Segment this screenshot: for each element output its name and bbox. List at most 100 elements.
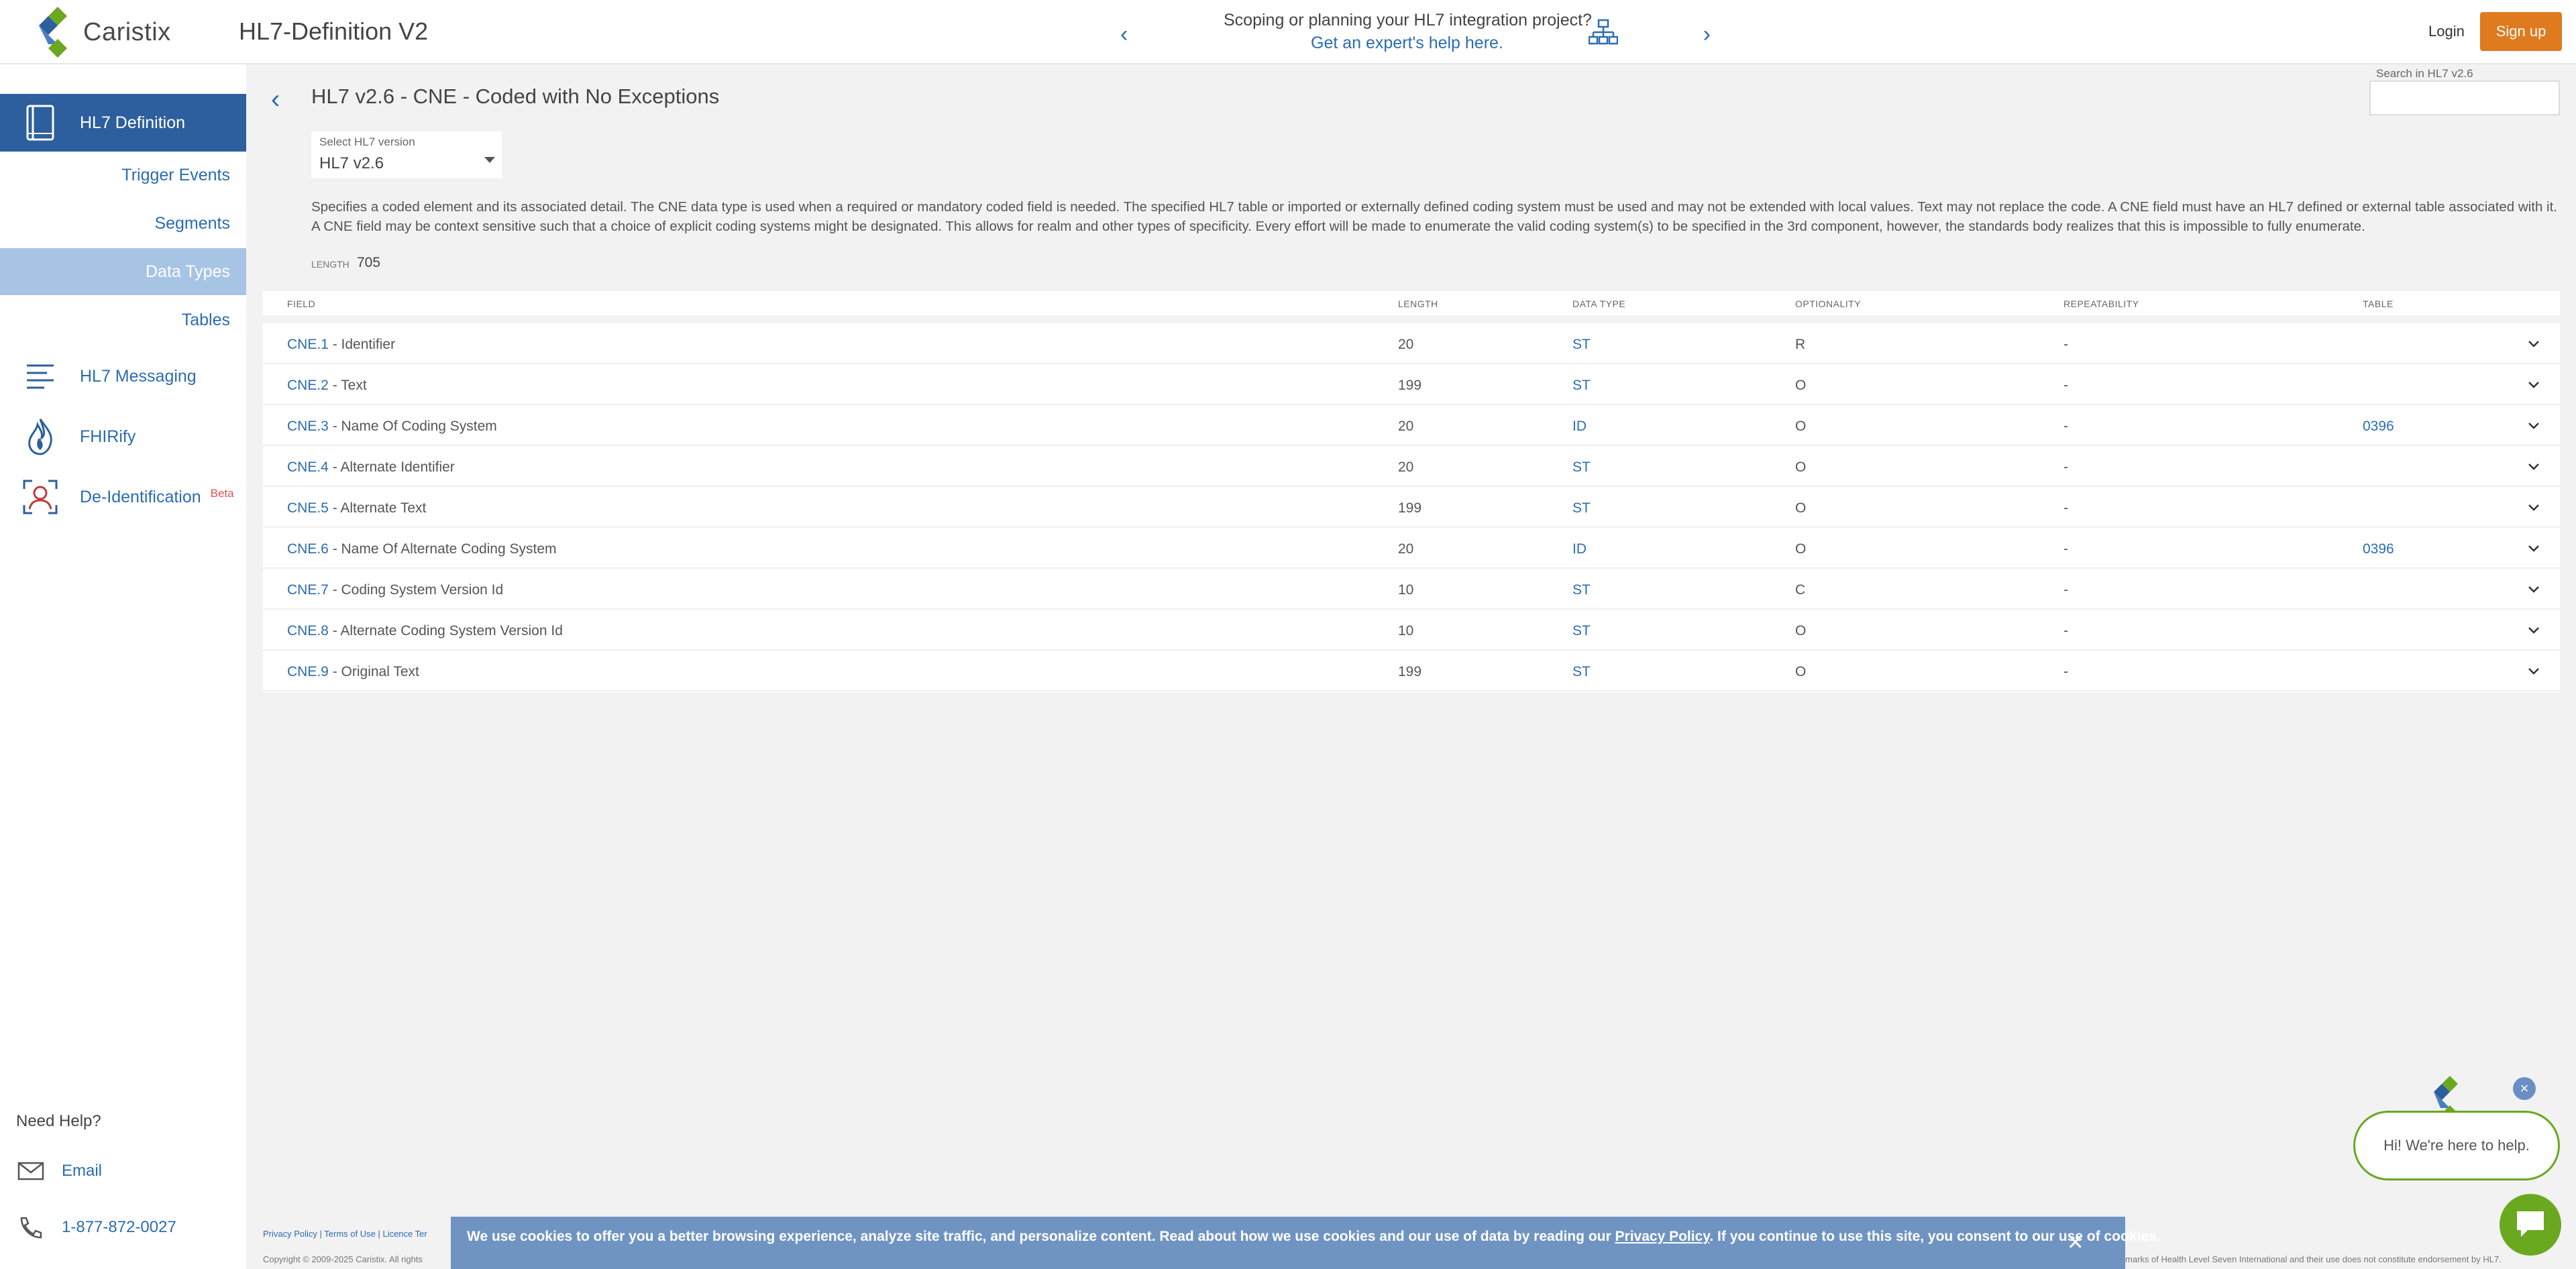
- data-type-link[interactable]: ST: [1572, 664, 1591, 680]
- signup-button[interactable]: Sign up: [2480, 12, 2562, 51]
- flame-icon: [21, 418, 59, 455]
- copyright: Copyright © 2009-2025 Caristix. All righ…: [263, 1254, 423, 1264]
- table-row[interactable]: CNE.4 - Alternate Identifier 20 ST O -: [263, 446, 2560, 487]
- table-row[interactable]: CNE.9 - Original Text 199 ST O -: [263, 651, 2560, 692]
- chevron-down-icon[interactable]: [2524, 334, 2544, 354]
- sidebar-item-de-identification[interactable]: De-Identification Beta: [0, 468, 246, 526]
- version-select[interactable]: Select HL7 version HL7 v2.6: [311, 131, 502, 178]
- beta-badge: Beta: [210, 486, 234, 500]
- data-type-link[interactable]: ST: [1572, 337, 1591, 353]
- book-icon: [21, 104, 59, 142]
- privacy-policy-link[interactable]: Privacy Policy: [1615, 1229, 1710, 1244]
- field-name: - Alternate Identifier: [328, 459, 455, 475]
- sidebar: HL7 Definition Trigger Events Segments D…: [0, 64, 246, 1269]
- promo-next-icon[interactable]: ›: [1703, 21, 1711, 48]
- data-type-link[interactable]: ST: [1572, 623, 1591, 639]
- optionality-cell: O: [1795, 541, 1807, 557]
- field-code-link[interactable]: CNE.4: [287, 459, 329, 475]
- table-link[interactable]: 0396: [2363, 419, 2394, 435]
- table-row[interactable]: CNE.5 - Alternate Text 199 ST O -: [263, 487, 2560, 528]
- promo-prev-icon[interactable]: ‹: [1120, 21, 1128, 48]
- chat-bubble-icon: [2517, 1211, 2544, 1237]
- cookie-text-before: We use cookies to offer you a better bro…: [467, 1229, 1615, 1244]
- field-name: - Name Of Coding System: [328, 419, 497, 434]
- length-cell: 199: [1398, 500, 1422, 516]
- chevron-down-icon[interactable]: [2524, 457, 2544, 477]
- table-link[interactable]: 0396: [2363, 541, 2394, 557]
- field-name: - Identifier: [328, 337, 396, 352]
- optionality-cell: C: [1795, 582, 1806, 598]
- field-name: - Alternate Text: [328, 500, 427, 516]
- logo-text: Caristix: [83, 17, 171, 46]
- sidebar-item-hl7-definition[interactable]: HL7 Definition: [0, 94, 246, 152]
- optionality-cell: O: [1795, 378, 1807, 393]
- table-row[interactable]: CNE.2 - Text 199 ST O -: [263, 364, 2560, 405]
- caristix-logo[interactable]: Caristix: [38, 7, 171, 58]
- de-identification-label: De-Identification: [80, 487, 201, 506]
- data-type-link[interactable]: ID: [1572, 419, 1587, 435]
- optionality-cell: O: [1795, 664, 1807, 679]
- table-row[interactable]: CNE.3 - Name Of Coding System 20 ID O - …: [263, 405, 2560, 446]
- chevron-down-icon[interactable]: [2524, 620, 2544, 641]
- sidebar-item-tables[interactable]: Tables: [0, 296, 246, 343]
- optionality-cell: O: [1795, 419, 1807, 434]
- field-code-link[interactable]: CNE.7: [287, 582, 329, 598]
- chevron-down-icon[interactable]: [2524, 375, 2544, 395]
- data-type-link[interactable]: ST: [1572, 459, 1591, 476]
- length-cell: 10: [1398, 623, 1414, 639]
- length-cell: 20: [1398, 541, 1414, 557]
- field-code-link[interactable]: CNE.9: [287, 664, 329, 679]
- field-cell: CNE.4 - Alternate Identifier: [287, 459, 455, 476]
- chevron-down-icon[interactable]: [2524, 416, 2544, 436]
- sidebar-item-hl7-messaging[interactable]: HL7 Messaging: [0, 347, 246, 405]
- field-cell: CNE.8 - Alternate Coding System Version …: [287, 623, 563, 639]
- sidebar-item-trigger-events[interactable]: Trigger Events: [0, 152, 246, 199]
- close-icon[interactable]: ×: [2068, 1229, 2083, 1256]
- field-code-link[interactable]: CNE.2: [287, 378, 329, 393]
- face-scan-icon: [21, 478, 59, 516]
- field-code-link[interactable]: CNE.1: [287, 337, 329, 352]
- email-link[interactable]: Email: [16, 1158, 102, 1184]
- login-link[interactable]: Login: [2428, 23, 2465, 40]
- chevron-down-icon[interactable]: [2524, 498, 2544, 518]
- data-type-link[interactable]: ST: [1572, 378, 1591, 394]
- chat-close-icon[interactable]: ×: [2513, 1077, 2536, 1100]
- chat-greeting-bubble[interactable]: Hi! We're here to help.: [2353, 1111, 2560, 1180]
- sidebar-item-segments[interactable]: Segments: [0, 200, 246, 247]
- back-icon[interactable]: ‹: [271, 85, 280, 115]
- phone-link[interactable]: 1-877-872-0027: [16, 1214, 176, 1241]
- chevron-down-icon[interactable]: [2524, 661, 2544, 681]
- header-repeatability: REPEATABILITY: [2063, 298, 2139, 309]
- app-title: HL7-Definition V2: [239, 17, 429, 45]
- email-label: Email: [62, 1162, 103, 1180]
- chat-button[interactable]: [2500, 1194, 2561, 1256]
- sidebar-item-fhirify[interactable]: FHIRify: [0, 408, 246, 465]
- table-row[interactable]: CNE.6 - Name Of Alternate Coding System …: [263, 528, 2560, 569]
- table-row[interactable]: CNE.7 - Coding System Version Id 10 ST C…: [263, 569, 2560, 610]
- header-field: FIELD: [287, 298, 316, 309]
- field-code-link[interactable]: CNE.5: [287, 500, 329, 516]
- field-code-link[interactable]: CNE.8: [287, 623, 329, 639]
- optionality-cell: R: [1795, 337, 1806, 352]
- search-input[interactable]: [2369, 80, 2560, 115]
- sidebar-item-data-types[interactable]: Data Types: [0, 248, 246, 295]
- table-header: FIELD LENGTH DATA TYPE OPTIONALITY REPEA…: [263, 291, 2560, 315]
- chevron-down-icon[interactable]: [2524, 580, 2544, 600]
- field-code-link[interactable]: CNE.3: [287, 419, 329, 434]
- table-row[interactable]: CNE.1 - Identifier 20 ST R -: [263, 323, 2560, 364]
- data-type-link[interactable]: ST: [1572, 500, 1591, 516]
- footer-links[interactable]: Privacy Policy | Terms of Use | Licence …: [263, 1229, 427, 1239]
- optionality-cell: O: [1795, 459, 1807, 475]
- field-cell: CNE.6 - Name Of Alternate Coding System: [287, 541, 557, 557]
- chevron-down-icon[interactable]: [2524, 539, 2544, 559]
- data-type-link[interactable]: ST: [1572, 582, 1591, 598]
- field-cell: CNE.9 - Original Text: [287, 664, 419, 680]
- version-select-value: HL7 v2.6: [319, 154, 384, 172]
- field-name: - Text: [328, 378, 367, 393]
- table-row[interactable]: CNE.8 - Alternate Coding System Version …: [263, 610, 2560, 651]
- fields-table: CNE.1 - Identifier 20 ST R - CNE.2 - Tex…: [263, 323, 2560, 692]
- cookie-text: We use cookies to offer you a better bro…: [467, 1229, 2160, 1245]
- data-type-link[interactable]: ID: [1572, 541, 1587, 557]
- promo-link[interactable]: Get an expert's help here.: [1311, 34, 1503, 53]
- field-code-link[interactable]: CNE.6: [287, 541, 329, 557]
